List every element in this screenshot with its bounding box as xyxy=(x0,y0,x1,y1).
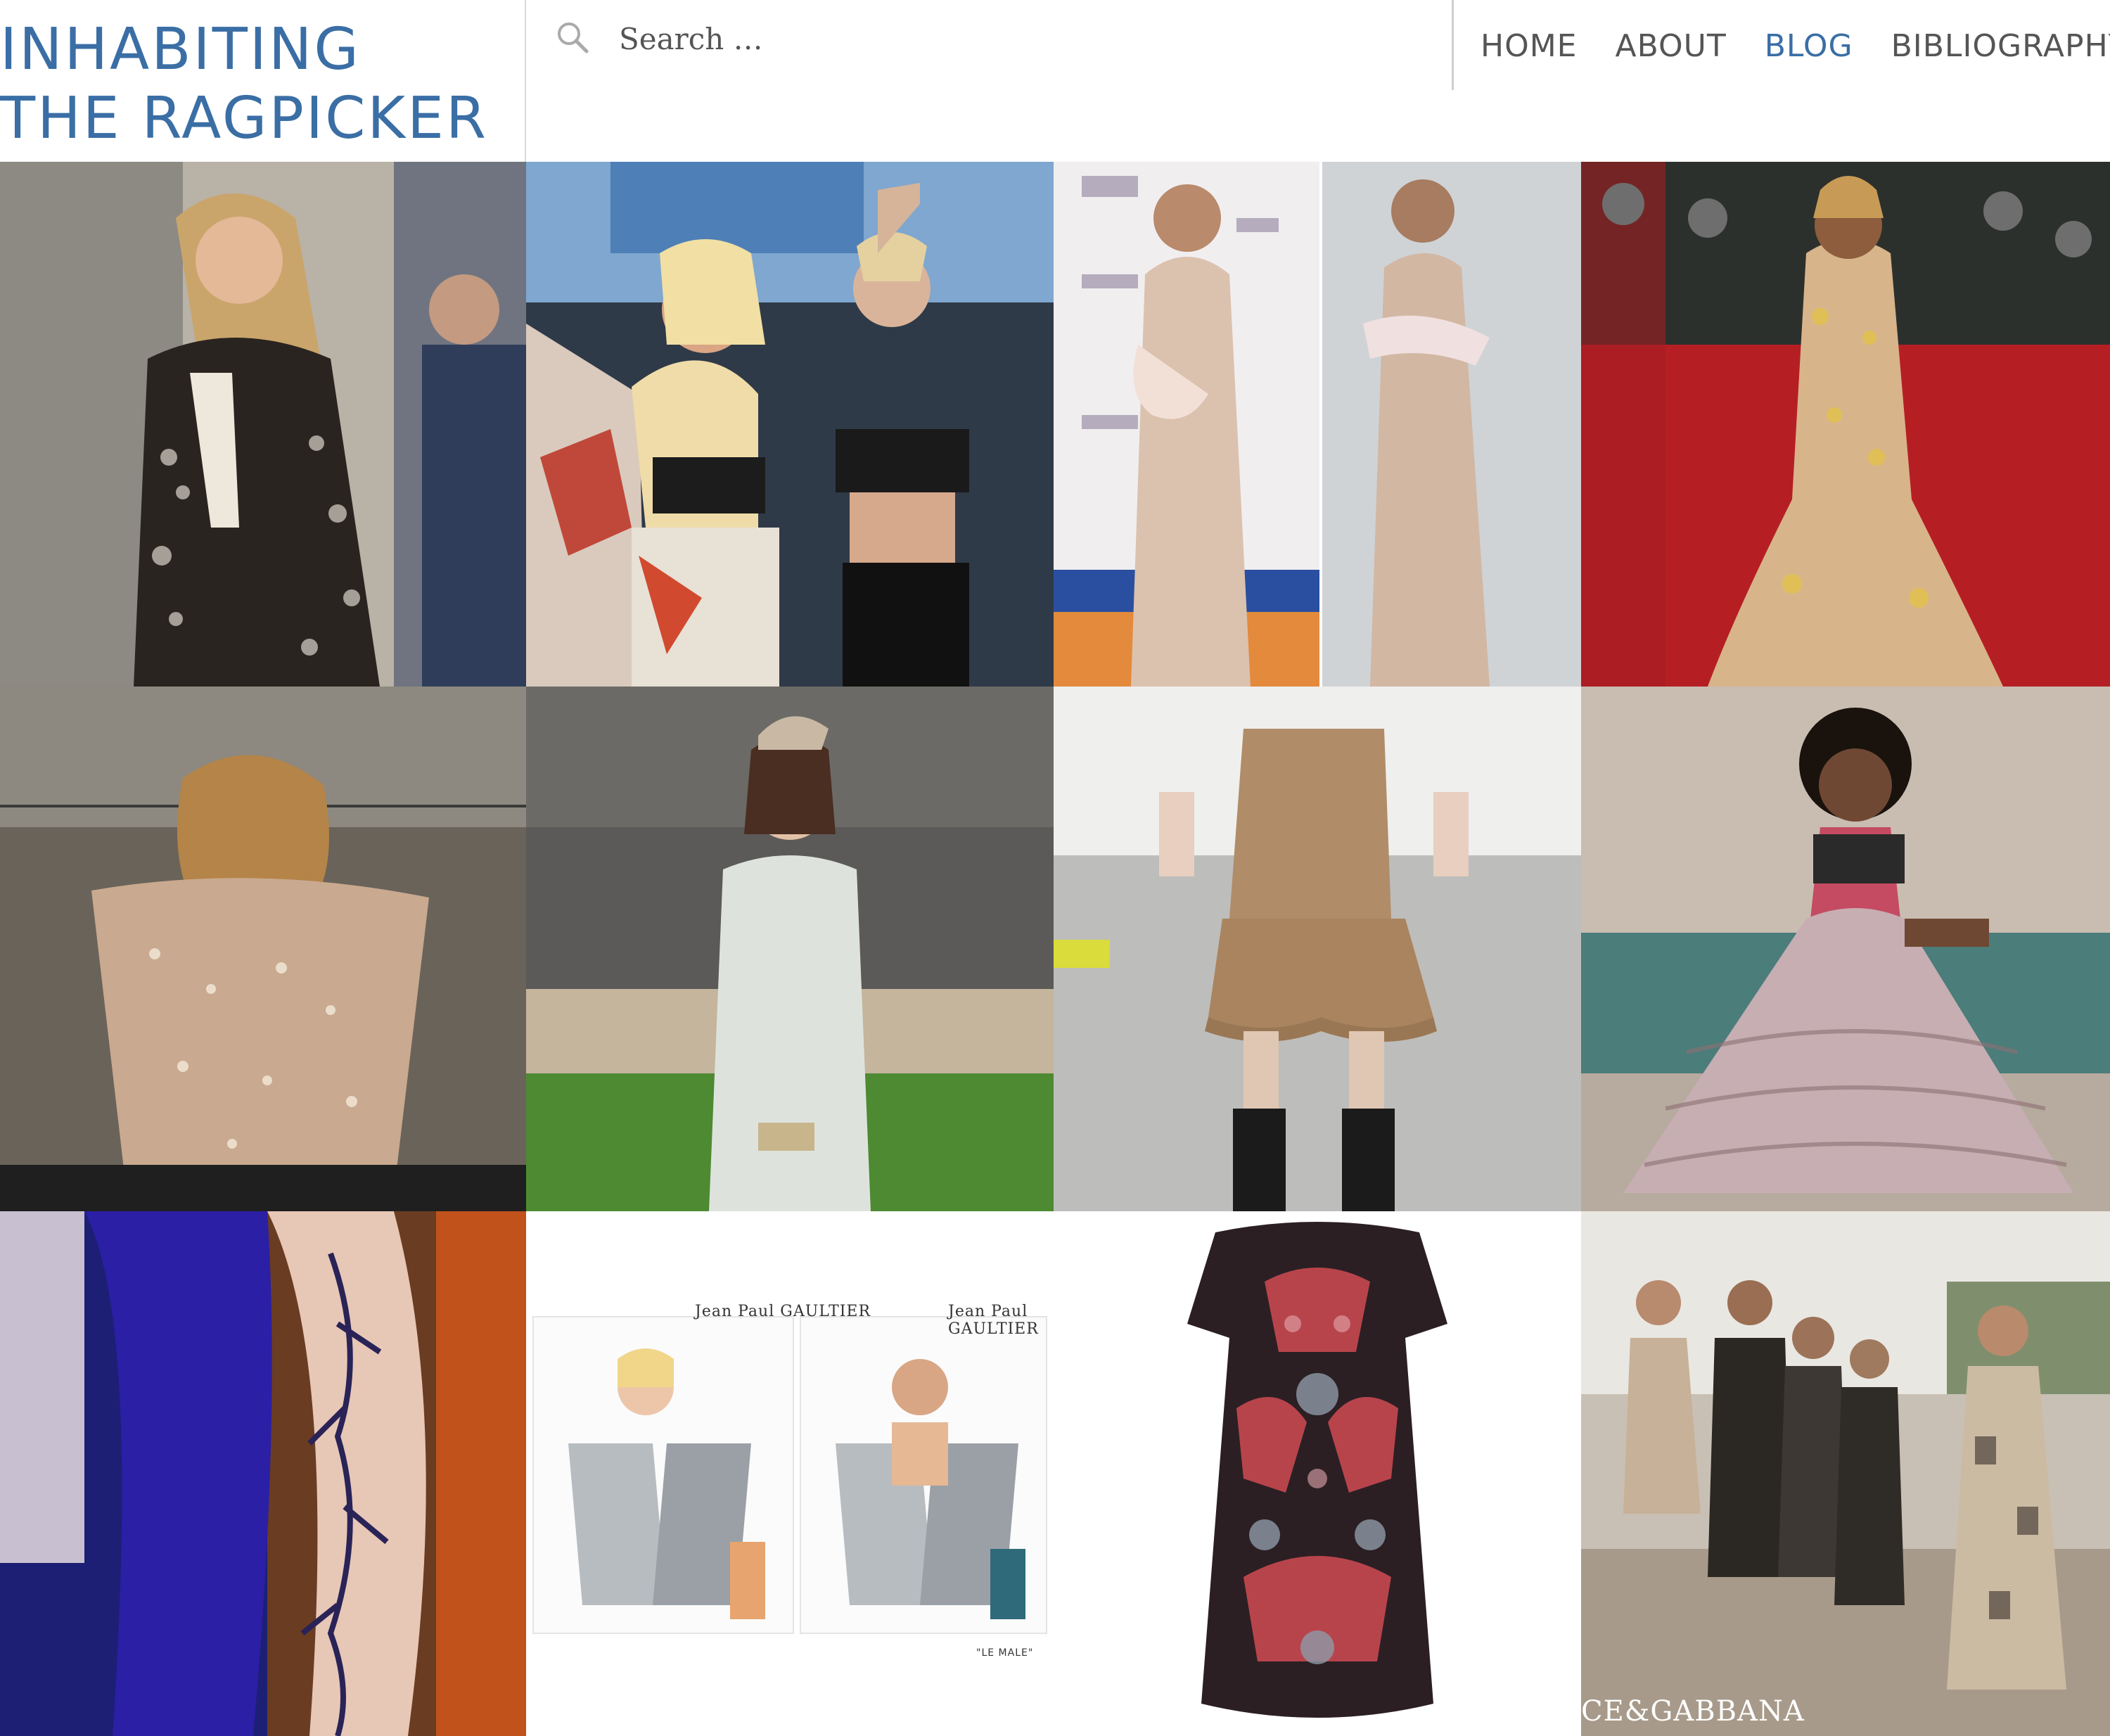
tweed-coat-photo[interactable] xyxy=(526,687,1054,1211)
campaign-brand-text: CE&GABBANA xyxy=(1581,1695,1805,1728)
nav-home[interactable]: HOME xyxy=(1481,28,1577,64)
search-icon[interactable] xyxy=(556,20,619,58)
blue-beaded-gown-photo[interactable] xyxy=(0,1211,526,1736)
nav-divider xyxy=(1452,0,1454,90)
site-logo[interactable]: INHABITING THE RAGPICKER xyxy=(0,15,524,153)
ad-caption: "LE MALE" xyxy=(976,1647,1034,1659)
group-campaign-photo[interactable]: CE&GABBANA xyxy=(1581,1211,2110,1736)
nav-blog[interactable]: BLOG xyxy=(1765,28,1853,64)
crystal-gown-photo[interactable] xyxy=(1054,162,1581,687)
fragrance-ad-photo[interactable]: Jean Paul GAULTIER Jean Paul GAULTIER "L… xyxy=(526,1211,1054,1736)
sequin-blazer-photo[interactable] xyxy=(0,162,526,687)
header-divider xyxy=(525,0,526,162)
nav-bibliography[interactable]: BIBLIOGRAPHY xyxy=(1891,28,2110,64)
ad-brand-left: Jean Paul GAULTIER xyxy=(695,1303,871,1320)
tulle-ballgown-photo[interactable] xyxy=(1581,687,2110,1211)
sequin-top-scene-photo[interactable] xyxy=(0,687,526,1211)
red-carpet-gown-photo[interactable] xyxy=(1581,162,2110,687)
search-bar xyxy=(556,14,1435,63)
search-input[interactable] xyxy=(619,21,1322,56)
site-header: INHABITING THE RAGPICKER HOME ABOUT BLOG… xyxy=(0,0,2110,162)
concert-duo-photo[interactable] xyxy=(526,162,1054,687)
main-nav: HOME ABOUT BLOG BIBLIOGRAPHY xyxy=(1481,21,2110,70)
runway-ruffle-shorts-photo[interactable] xyxy=(1054,687,1581,1211)
site-title-line2: THE RAGPICKER xyxy=(0,85,488,152)
printed-dress-photo[interactable] xyxy=(1054,1211,1581,1736)
site-title-line1: INHABITING xyxy=(0,16,361,83)
ad-brand-right: Jean Paul GAULTIER xyxy=(948,1303,1039,1338)
nav-about[interactable]: ABOUT xyxy=(1615,28,1726,64)
image-gallery: Jean Paul GAULTIER Jean Paul GAULTIER "L… xyxy=(0,162,2110,1736)
